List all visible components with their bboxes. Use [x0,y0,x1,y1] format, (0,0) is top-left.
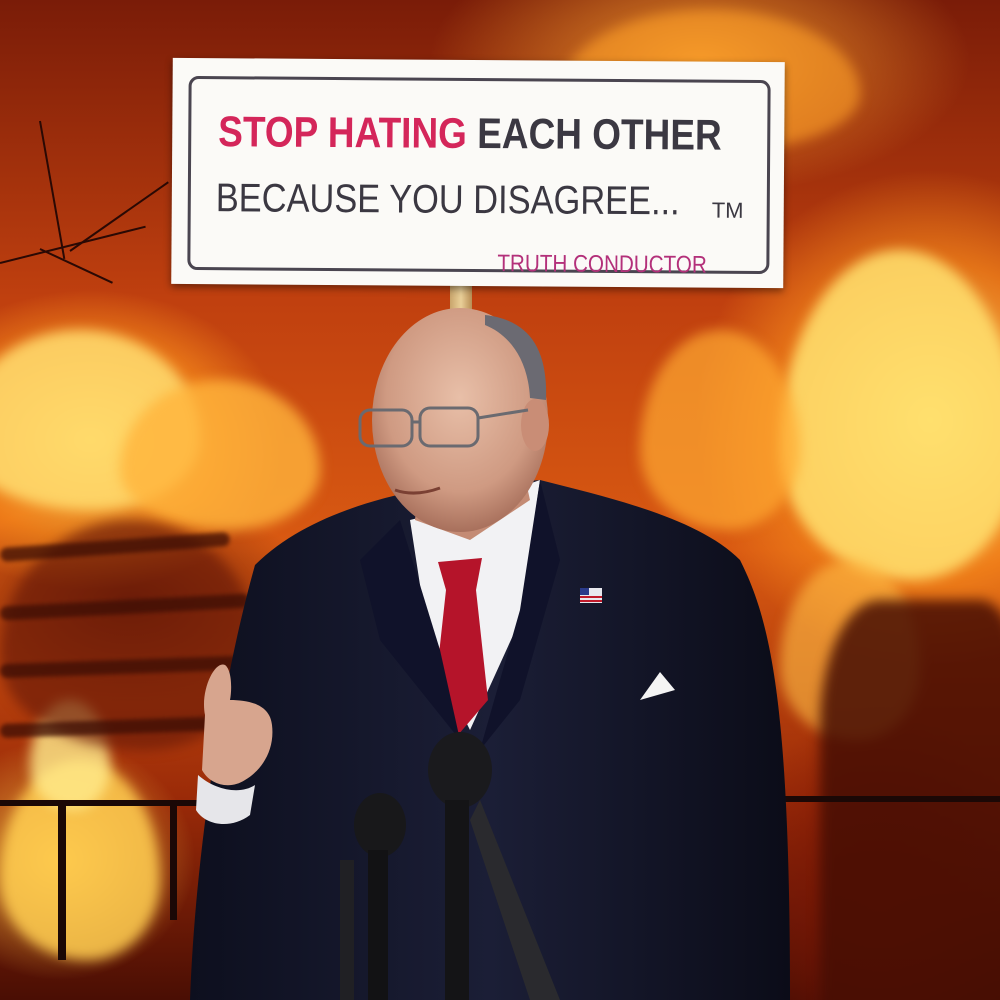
microphone-stem [368,850,388,1000]
microphone-head [354,793,406,857]
speaker-figure [190,308,790,1000]
microphone-stem [445,800,469,1000]
microphone-head [428,732,492,808]
microphone-stem [340,860,354,1000]
ear [521,399,549,451]
photo-scene: STOP HATING EACH OTHER BECAUSE YOU DISAG… [0,0,1000,1000]
